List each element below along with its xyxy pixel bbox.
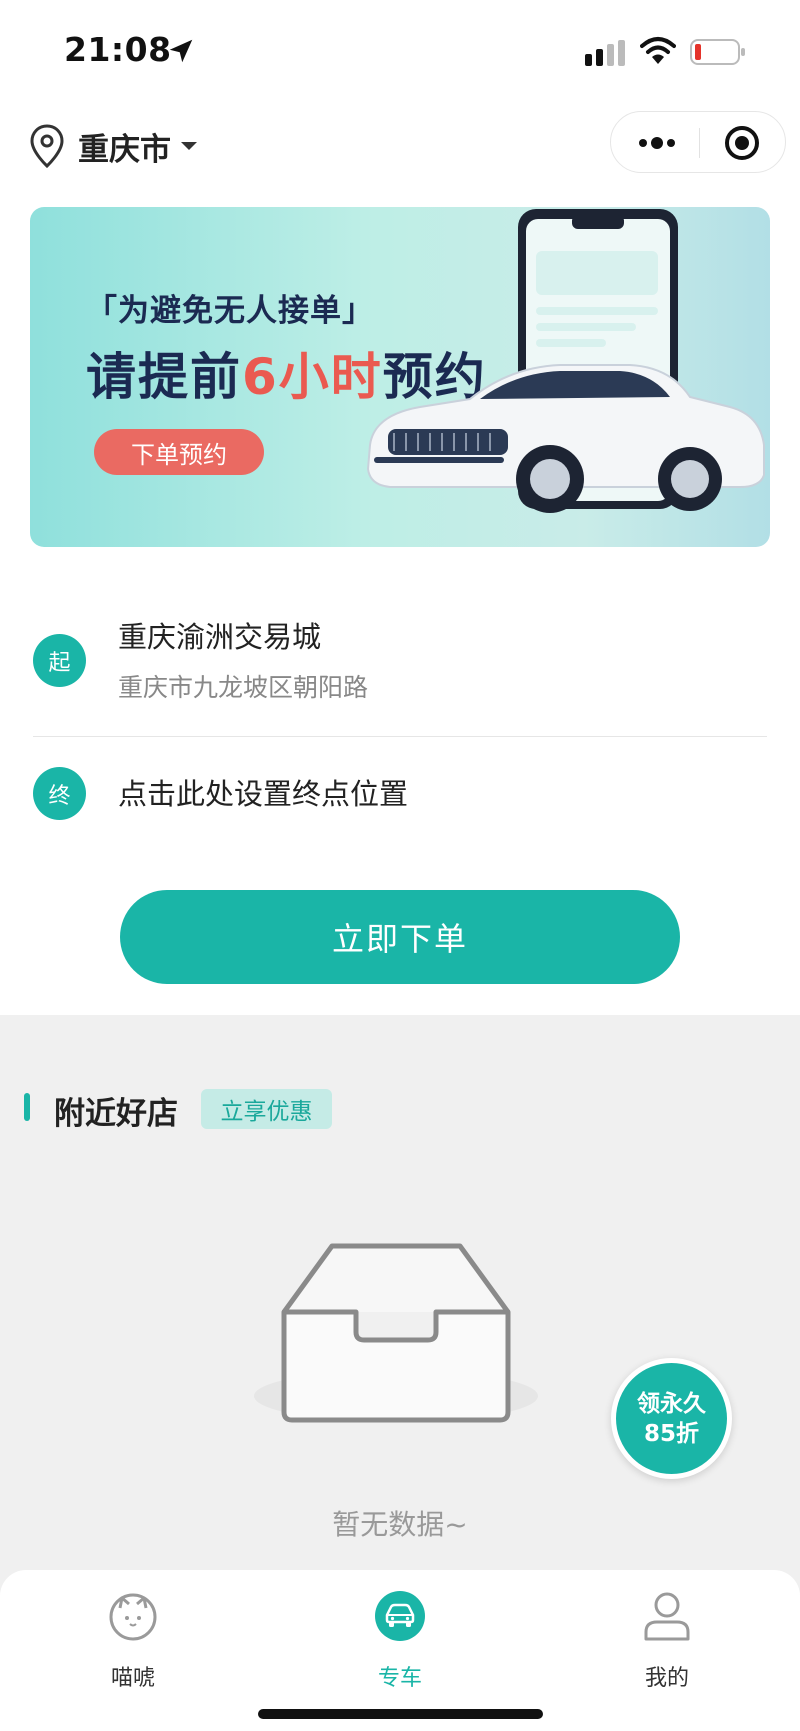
- mini-program-capsule: [610, 111, 786, 173]
- banner-book-button[interactable]: 下单预约: [94, 429, 264, 475]
- end-location-row[interactable]: 终 点击此处设置终点位置: [0, 745, 800, 835]
- tab-profile[interactable]: 我的: [587, 1590, 747, 1700]
- coupon-line-2: 85折: [643, 1420, 699, 1447]
- phone-car-illustration: [366, 209, 765, 513]
- end-location-placeholder: 点击此处设置终点位置: [118, 777, 409, 811]
- wifi-icon: [640, 37, 676, 64]
- route-divider: [33, 736, 767, 737]
- status-bar: 21:08: [0, 0, 800, 100]
- tab-label: 喵唬: [110, 1666, 155, 1691]
- start-location-row[interactable]: 起 重庆渝洲交易城 重庆市九龙坡区朝阳路: [0, 600, 800, 730]
- tab-car[interactable]: 专车: [320, 1590, 480, 1700]
- tab-label: 我的: [644, 1666, 689, 1691]
- close-target-icon[interactable]: [723, 124, 761, 162]
- battery-icon: [690, 39, 745, 65]
- home-indicator: [258, 1709, 543, 1719]
- tab-label: 专车: [377, 1666, 422, 1691]
- start-location-name: 重庆渝洲交易城: [118, 620, 322, 654]
- discount-tag: 立享优惠: [201, 1089, 332, 1129]
- banner-subtitle: 「为避免无人接单」: [86, 293, 374, 329]
- bottom-tab-bar: 喵唬 专车 我的: [0, 1570, 800, 1731]
- location-pin-icon: [30, 124, 64, 168]
- section-accent-bar: [24, 1093, 30, 1121]
- empty-box-icon: [254, 1243, 538, 1423]
- start-location-address: 重庆市九龙坡区朝阳路: [118, 673, 369, 702]
- cellular-signal-icon: [585, 40, 625, 66]
- banner-title-prefix: 请提前: [86, 348, 242, 406]
- end-badge: 终: [33, 767, 86, 820]
- caret-down-icon: [181, 142, 197, 150]
- nearby-stores-title: 附近好店: [54, 1096, 178, 1132]
- status-time: 21:08: [64, 30, 172, 69]
- location-arrow-icon: [169, 39, 193, 63]
- promo-banner[interactable]: 「为避免无人接单」 请提前6小时预约 下单预约: [30, 207, 770, 547]
- city-selector[interactable]: 重庆市: [28, 124, 197, 168]
- order-now-button[interactable]: 立即下单: [120, 890, 680, 984]
- capsule-divider: [699, 128, 700, 158]
- user-icon: [644, 1592, 690, 1641]
- coupon-line-1: 领永久: [637, 1390, 706, 1417]
- city-name: 重庆市: [78, 131, 171, 168]
- start-badge: 起: [33, 634, 86, 687]
- coupon-float-button[interactable]: 领永久 85折: [611, 1358, 732, 1479]
- tab-cat[interactable]: 喵唬: [53, 1590, 213, 1700]
- empty-state-text: 暂无数据~: [332, 1508, 468, 1541]
- cat-icon: [109, 1593, 157, 1641]
- more-dots-icon[interactable]: [635, 128, 679, 158]
- car-icon: [375, 1591, 425, 1641]
